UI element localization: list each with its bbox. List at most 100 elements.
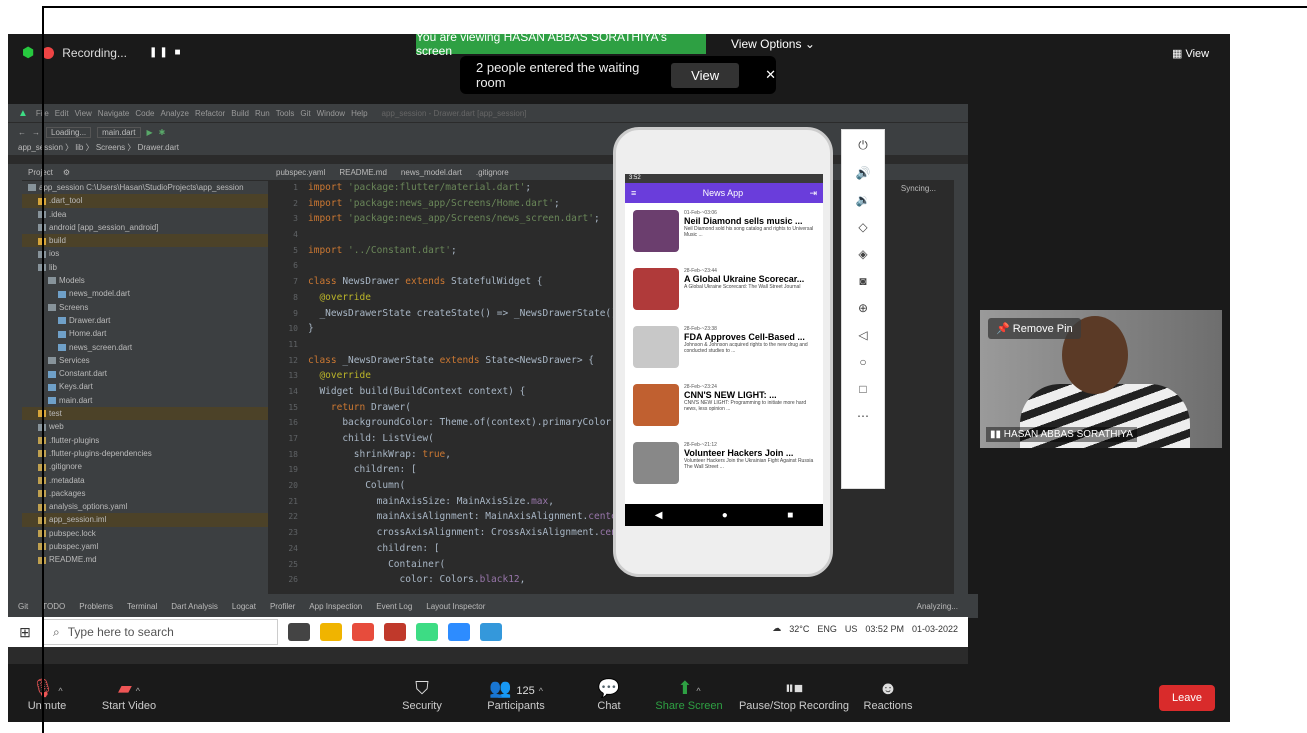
waiting-room-view-button[interactable]: View <box>671 62 740 88</box>
settings-icon[interactable]: ⚙ <box>63 168 70 177</box>
view-options-button[interactable]: View Options ⌄ <box>731 37 815 51</box>
zoom-taskbar-icon[interactable] <box>448 623 470 641</box>
project-tree-item[interactable]: ios <box>22 247 268 260</box>
project-tree-item[interactable]: news_model.dart <box>22 287 268 300</box>
close-icon[interactable]: ✕ <box>765 67 776 83</box>
project-tree-item[interactable]: app_session.iml <box>22 513 268 527</box>
recents-nav-icon[interactable]: ■ <box>787 510 793 521</box>
ide-menu-item[interactable]: Navigate <box>98 109 130 118</box>
editor-tab[interactable]: README.md <box>339 168 387 177</box>
project-tree-item[interactable]: .gitignore <box>22 460 268 473</box>
overview-icon[interactable]: □ <box>859 382 866 396</box>
ide-menu-item[interactable]: Run <box>255 109 270 118</box>
project-tree-item[interactable]: Models <box>22 274 268 287</box>
view-button[interactable]: ▦ View <box>1172 47 1209 60</box>
back-icon[interactable]: ← <box>18 128 26 137</box>
ide-bottom-tab[interactable]: Problems <box>79 602 113 611</box>
android-studio-taskbar-icon[interactable] <box>416 623 438 641</box>
ide-menu-item[interactable]: Build <box>231 109 249 118</box>
ide-menu-item[interactable]: Edit <box>55 109 69 118</box>
run-icon[interactable]: ▶ <box>147 128 153 137</box>
task-view-icon[interactable] <box>288 623 310 641</box>
news-list-item[interactable]: 28-Feb-~23:24 CNN'S NEW LIGHT: ... CNN'S N… <box>625 377 823 435</box>
project-tree-item[interactable]: .flutter-plugins <box>22 434 268 447</box>
ide-menu[interactable]: FileEditViewNavigateCodeAnalyzeRefactorB… <box>36 109 374 118</box>
volume-down-icon[interactable]: 🔉 <box>856 193 871 207</box>
editor-tab[interactable]: news_model.dart <box>401 168 462 177</box>
remove-pin-button[interactable]: 📌 Remove Pin <box>988 318 1081 339</box>
emulator-taskbar-icon[interactable] <box>480 623 502 641</box>
editor-tab[interactable]: .gitignore <box>476 168 509 177</box>
phone-screen[interactable]: 3:52 ≡ News App ⇥ 01-Feb-~03:06 Neil Diam… <box>625 174 823 526</box>
back-icon[interactable]: ◁ <box>858 328 867 342</box>
news-list-item[interactable]: 28-Feb-~21:12 Volunteer Hackers Join ... V… <box>625 435 823 493</box>
share-screen-button[interactable]: ⬆ ^ Share Screen <box>644 676 734 712</box>
news-list-item[interactable]: 28-Feb-~23:38 FDA Approves Cell-Based ...… <box>625 319 823 377</box>
project-tree-item[interactable]: web <box>22 420 268 433</box>
ide-menu-item[interactable]: Code <box>135 109 154 118</box>
project-tree-item[interactable]: pubspec.lock <box>22 527 268 540</box>
power-icon[interactable]: ⏻ <box>858 138 868 153</box>
project-label[interactable]: Project <box>28 168 53 177</box>
ide-bottom-tab[interactable]: Profiler <box>270 602 295 611</box>
ide-bottom-tab[interactable]: TODO <box>42 602 65 611</box>
camera-icon[interactable]: ◙ <box>859 274 866 288</box>
ide-menu-item[interactable]: Refactor <box>195 109 225 118</box>
project-tree-item[interactable]: Services <box>22 354 268 367</box>
project-tree-item[interactable]: README.md <box>22 553 268 566</box>
leave-button[interactable]: Leave <box>1159 685 1215 711</box>
home-icon[interactable]: ○ <box>859 355 866 369</box>
participants-button[interactable]: 👥 125 ^ Participants <box>471 676 561 712</box>
ide-bottom-tab[interactable]: Event Log <box>376 602 412 611</box>
ide-bottom-tab[interactable]: Dart Analysis <box>171 602 218 611</box>
ide-menu-item[interactable]: Analyze <box>161 109 189 118</box>
run-config-selector[interactable]: main.dart <box>97 126 141 138</box>
project-tree-item[interactable]: Home.dart <box>22 327 268 340</box>
brave-browser-icon[interactable] <box>352 623 374 641</box>
unmute-button[interactable]: 🎙^ Unmute <box>2 676 92 712</box>
project-tree-item[interactable]: analysis_options.yaml <box>22 500 268 513</box>
debug-icon[interactable]: ✱ <box>159 128 166 137</box>
news-list-item[interactable]: 28-Feb-~23:44 A Global Ukraine Scorecar..… <box>625 261 823 319</box>
editor-tab[interactable]: pubspec.yaml <box>276 168 325 177</box>
recording-pause-stop-buttons[interactable]: ❚❚ ■ <box>149 47 183 58</box>
project-tree-item[interactable]: Drawer.dart <box>22 314 268 327</box>
volume-up-icon[interactable]: 🔊 <box>856 166 871 180</box>
clock-date[interactable]: 01-03-2022 <box>912 624 958 634</box>
project-tree-item[interactable]: build <box>22 234 268 248</box>
project-tree-item[interactable]: main.dart <box>22 394 268 407</box>
start-video-button[interactable]: ▰ ^ Start Video <box>84 676 174 712</box>
device-selector[interactable]: Loading... <box>46 126 92 138</box>
file-explorer-icon[interactable] <box>320 623 342 641</box>
security-button[interactable]: ⛉ Security <box>377 676 467 712</box>
project-tree-item[interactable]: Constant.dart <box>22 367 268 380</box>
zoom-icon[interactable]: ⊕ <box>858 301 868 315</box>
ide-bottom-tab[interactable]: App Inspection <box>309 602 362 611</box>
news-list-item[interactable]: 01-Feb-~03:06 Neil Diamond sells music ..… <box>625 203 823 261</box>
pause-stop-recording-button[interactable]: ⏸⏹ Pause/Stop Recording <box>732 676 856 712</box>
project-tree-item[interactable]: Screens <box>22 301 268 314</box>
reactions-button[interactable]: ☻ Reactions <box>843 676 933 712</box>
ide-menu-item[interactable]: View <box>75 109 92 118</box>
ide-bottom-tab[interactable]: Terminal <box>127 602 157 611</box>
rotate-left-icon[interactable]: ◇ <box>858 220 867 234</box>
windows-start-icon[interactable]: ⊞ <box>8 624 42 641</box>
more-icon[interactable]: ⋯ <box>857 409 869 423</box>
project-tree-item[interactable]: .metadata <box>22 474 268 487</box>
app-icon[interactable] <box>384 623 406 641</box>
home-nav-icon[interactable]: ● <box>722 510 728 521</box>
ide-menu-item[interactable]: Tools <box>276 109 295 118</box>
project-tree-item[interactable]: android [app_session_android] <box>22 221 268 234</box>
menu-icon[interactable]: ≡ <box>631 188 636 198</box>
ide-bottom-tab[interactable]: Logcat <box>232 602 256 611</box>
forward-icon[interactable]: → <box>32 128 40 137</box>
ide-bottom-tab[interactable]: Layout Inspector <box>426 602 485 611</box>
ide-bottom-tab[interactable]: Git <box>18 602 28 611</box>
language-indicator[interactable]: ENG <box>817 624 837 634</box>
ide-menu-item[interactable]: Git <box>300 109 310 118</box>
project-tree-item[interactable]: pubspec.yaml <box>22 540 268 553</box>
project-tree-item[interactable]: .dart_tool <box>22 194 268 208</box>
taskbar-search-input[interactable]: ⌕ Type here to search <box>42 619 278 645</box>
rotate-right-icon[interactable]: ◈ <box>858 247 867 261</box>
project-tree-item[interactable]: .flutter-plugins-dependencies <box>22 447 268 460</box>
